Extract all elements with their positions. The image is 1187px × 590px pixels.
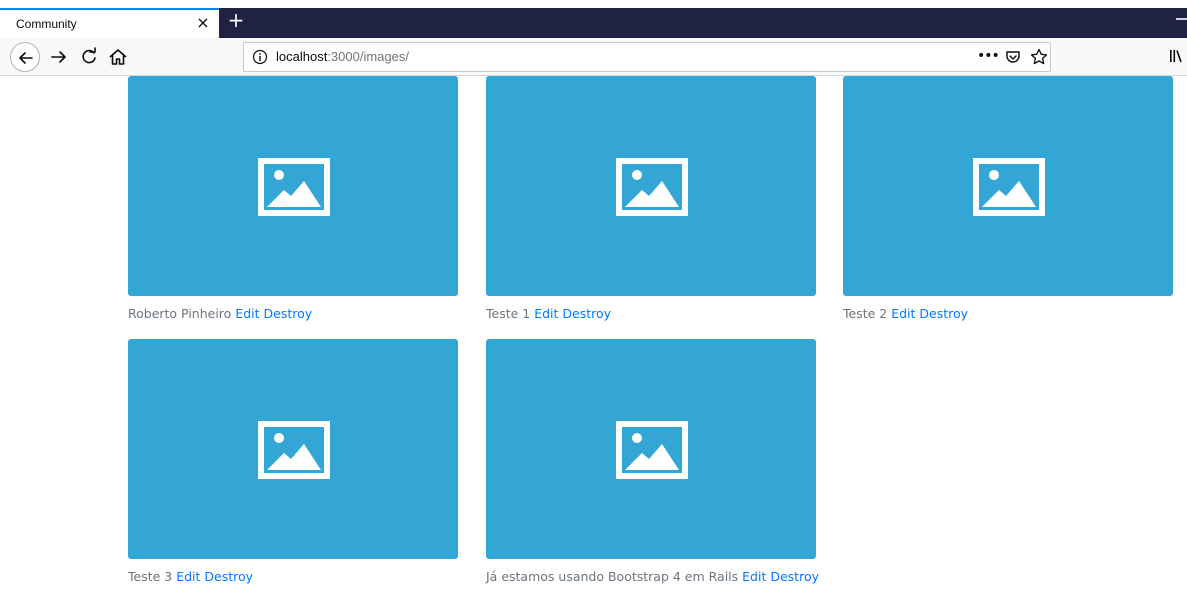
- forward-button[interactable]: [47, 45, 71, 69]
- image-caption: Teste 2 Edit Destroy: [843, 306, 968, 321]
- home-button[interactable]: [106, 45, 130, 69]
- back-button[interactable]: [10, 42, 40, 72]
- destroy-link[interactable]: Destroy: [919, 306, 968, 321]
- library-icon[interactable]: [1167, 46, 1187, 66]
- image-card: Teste 2 Edit Destroy: [843, 76, 1173, 321]
- edit-link[interactable]: Edit: [176, 569, 200, 584]
- image-card: Teste 1 Edit Destroy: [486, 76, 816, 321]
- image-title: Roberto Pinheiro: [128, 306, 232, 321]
- titlebar-strip: [0, 0, 1187, 8]
- image-thumbnail[interactable]: [843, 76, 1173, 296]
- image-card: Roberto Pinheiro Edit Destroy: [128, 76, 458, 321]
- image-thumbnail[interactable]: [128, 339, 458, 559]
- image-caption: Já estamos usando Bootstrap 4 em Rails E…: [486, 569, 819, 584]
- tab-title: Community: [16, 17, 77, 31]
- destroy-link[interactable]: Destroy: [562, 306, 611, 321]
- edit-link[interactable]: Edit: [891, 306, 915, 321]
- window-minimize-icon[interactable]: [1176, 18, 1187, 20]
- image-thumbnail[interactable]: [128, 76, 458, 296]
- tab-close-icon[interactable]: ×: [194, 14, 212, 32]
- image-card: Teste 3 Edit Destroy: [128, 339, 458, 584]
- reload-icon: [82, 47, 96, 64]
- edit-link[interactable]: Edit: [534, 306, 558, 321]
- tab-bar: Community × +: [0, 0, 1187, 38]
- home-icon: [109, 49, 127, 65]
- image-placeholder-icon: [973, 158, 1045, 216]
- back-arrow-icon: [19, 52, 33, 64]
- tab-community[interactable]: Community ×: [0, 8, 219, 38]
- image-placeholder-icon: [616, 421, 688, 479]
- destroy-link[interactable]: Destroy: [770, 569, 819, 584]
- image-placeholder-icon: [258, 421, 330, 479]
- image-card: Já estamos usando Bootstrap 4 em Rails E…: [486, 339, 819, 584]
- page-actions-menu-icon[interactable]: •••: [977, 48, 1000, 64]
- navigation-bar: localhost:3000/images/ •••: [0, 38, 1187, 76]
- url-text[interactable]: localhost:3000/images/: [276, 49, 409, 64]
- image-title: Já estamos usando Bootstrap 4 em Rails: [486, 569, 739, 584]
- image-placeholder-icon: [258, 158, 330, 216]
- destroy-link[interactable]: Destroy: [204, 569, 253, 584]
- bookmark-star-icon[interactable]: [1029, 47, 1049, 67]
- destroy-link[interactable]: Destroy: [264, 306, 313, 321]
- forward-arrow-icon: [51, 51, 66, 63]
- pocket-icon[interactable]: [1004, 48, 1022, 66]
- new-tab-button[interactable]: +: [226, 9, 246, 33]
- url-path: :3000/images/: [327, 49, 409, 64]
- image-caption: Roberto Pinheiro Edit Destroy: [128, 306, 312, 321]
- edit-link[interactable]: Edit: [235, 306, 259, 321]
- image-title: Teste 1: [486, 306, 531, 321]
- image-thumbnail[interactable]: [486, 339, 816, 559]
- edit-link[interactable]: Edit: [742, 569, 766, 584]
- image-caption: Teste 1 Edit Destroy: [486, 306, 611, 321]
- site-info-icon[interactable]: [252, 49, 268, 65]
- image-thumbnail[interactable]: [486, 76, 816, 296]
- url-host: localhost: [276, 49, 328, 64]
- page-content: Roberto Pinheiro Edit Destroy Teste 1 Ed…: [0, 76, 1187, 590]
- image-caption: Teste 3 Edit Destroy: [128, 569, 253, 584]
- image-title: Teste 2: [843, 306, 888, 321]
- url-bar[interactable]: localhost:3000/images/ •••: [243, 42, 1051, 72]
- reload-button[interactable]: [77, 45, 101, 69]
- image-placeholder-icon: [616, 158, 688, 216]
- image-title: Teste 3: [128, 569, 173, 584]
